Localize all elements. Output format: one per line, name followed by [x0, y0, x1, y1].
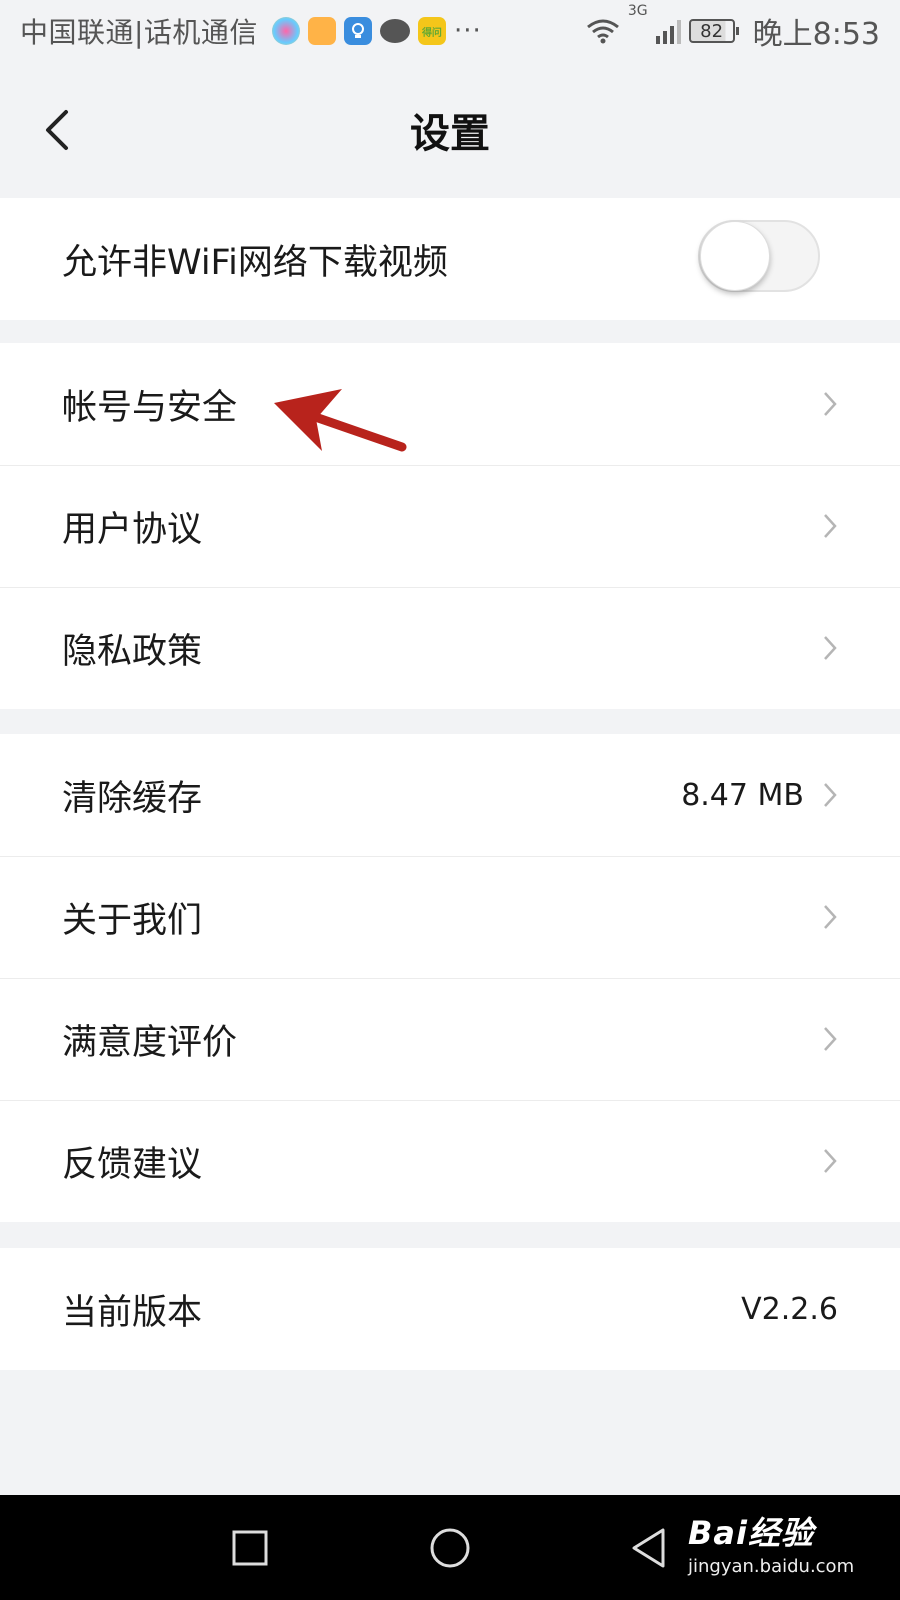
- notification-app-icon: 得问: [417, 17, 446, 45]
- battery-icon: 82: [688, 19, 739, 43]
- clock-label: 晚上8:53: [752, 17, 880, 52]
- wifi-download-row: 允许非WiFi网络下载视频: [0, 198, 900, 320]
- privacy-policy-label: 隐私政策: [62, 631, 203, 672]
- user-agreement-label: 用户协议: [62, 509, 203, 550]
- feedback-label: 反馈建议: [62, 1144, 203, 1185]
- about-us-row[interactable]: 关于我们: [0, 856, 900, 978]
- status-left: 中国联通|话机通信 得问 ···: [20, 11, 482, 51]
- account-settings-group: 帐号与安全 用户协议 隐私政策: [0, 343, 900, 709]
- more-notifications-icon: ···: [453, 16, 482, 46]
- current-version-row: 当前版本 V2.2.6: [0, 1248, 900, 1370]
- carrier-label: 中国联通|话机通信: [20, 16, 258, 49]
- feedback-row[interactable]: 反馈建议: [0, 1100, 900, 1222]
- chat-bubble-icon: [379, 19, 410, 43]
- chevron-right-icon: [824, 636, 837, 660]
- account-security-row[interactable]: 帐号与安全: [0, 343, 900, 465]
- settings-screen: 中国联通|话机通信 得问 ··· 3G 82 晚上8:53 设置 允许非WiFi…: [0, 0, 900, 1600]
- back-triangle-icon[interactable]: [625, 1523, 675, 1573]
- annotation-arrow-icon: [274, 389, 407, 452]
- cache-size-value: 8.47 MB: [681, 777, 804, 813]
- home-icon[interactable]: [425, 1523, 475, 1573]
- wifi-icon: [586, 19, 619, 44]
- clear-cache-row[interactable]: 清除缓存 8.47 MB: [0, 734, 900, 856]
- lightbulb-icon: [343, 17, 372, 45]
- user-agreement-row[interactable]: 用户协议: [0, 465, 900, 587]
- notification-app-icon: [307, 17, 336, 45]
- chevron-right-icon: [824, 392, 837, 416]
- current-version-label: 当前版本: [62, 1292, 203, 1333]
- status-bar: 中国联通|话机通信 得问 ··· 3G 82 晚上8:53: [0, 0, 900, 62]
- status-right: 3G 82 晚上8:53: [586, 3, 880, 53]
- recent-apps-icon[interactable]: [225, 1523, 275, 1573]
- page-header: 设置: [0, 62, 900, 198]
- watermark-logo: Bai经验: [688, 1514, 814, 1552]
- chevron-right-icon: [824, 514, 837, 538]
- about-us-label: 关于我们: [62, 900, 203, 941]
- satisfaction-rating-row[interactable]: 满意度评价: [0, 978, 900, 1100]
- chevron-right-icon: [824, 783, 837, 807]
- page-title: 设置: [410, 111, 490, 157]
- satisfaction-rating-label: 满意度评价: [62, 1022, 238, 1063]
- back-arrow-icon[interactable]: [40, 102, 80, 158]
- privacy-policy-row[interactable]: 隐私政策: [0, 587, 900, 709]
- account-security-label: 帐号与安全: [62, 387, 238, 428]
- baidu-jingyan-watermark: Bai经验 jingyan.baidu.com: [688, 1508, 854, 1577]
- signal-strength-icon: [655, 18, 681, 44]
- chevron-right-icon: [824, 905, 837, 929]
- notification-app-icon: [271, 17, 300, 45]
- clear-cache-label: 清除缓存: [62, 778, 203, 819]
- chevron-right-icon: [824, 1149, 837, 1173]
- toggle-knob: [700, 221, 770, 291]
- chevron-right-icon: [824, 1027, 837, 1051]
- version-group: 当前版本 V2.2.6: [0, 1248, 900, 1370]
- network-settings-group: 允许非WiFi网络下载视频: [0, 198, 900, 320]
- version-value: V2.2.6: [741, 1291, 838, 1327]
- network-type-label: 3G: [627, 3, 648, 19]
- wifi-download-toggle[interactable]: [698, 220, 820, 292]
- misc-settings-group: 清除缓存 8.47 MB 关于我们 满意度评价 反馈建议: [0, 734, 900, 1222]
- watermark-url: jingyan.baidu.com: [688, 1556, 855, 1577]
